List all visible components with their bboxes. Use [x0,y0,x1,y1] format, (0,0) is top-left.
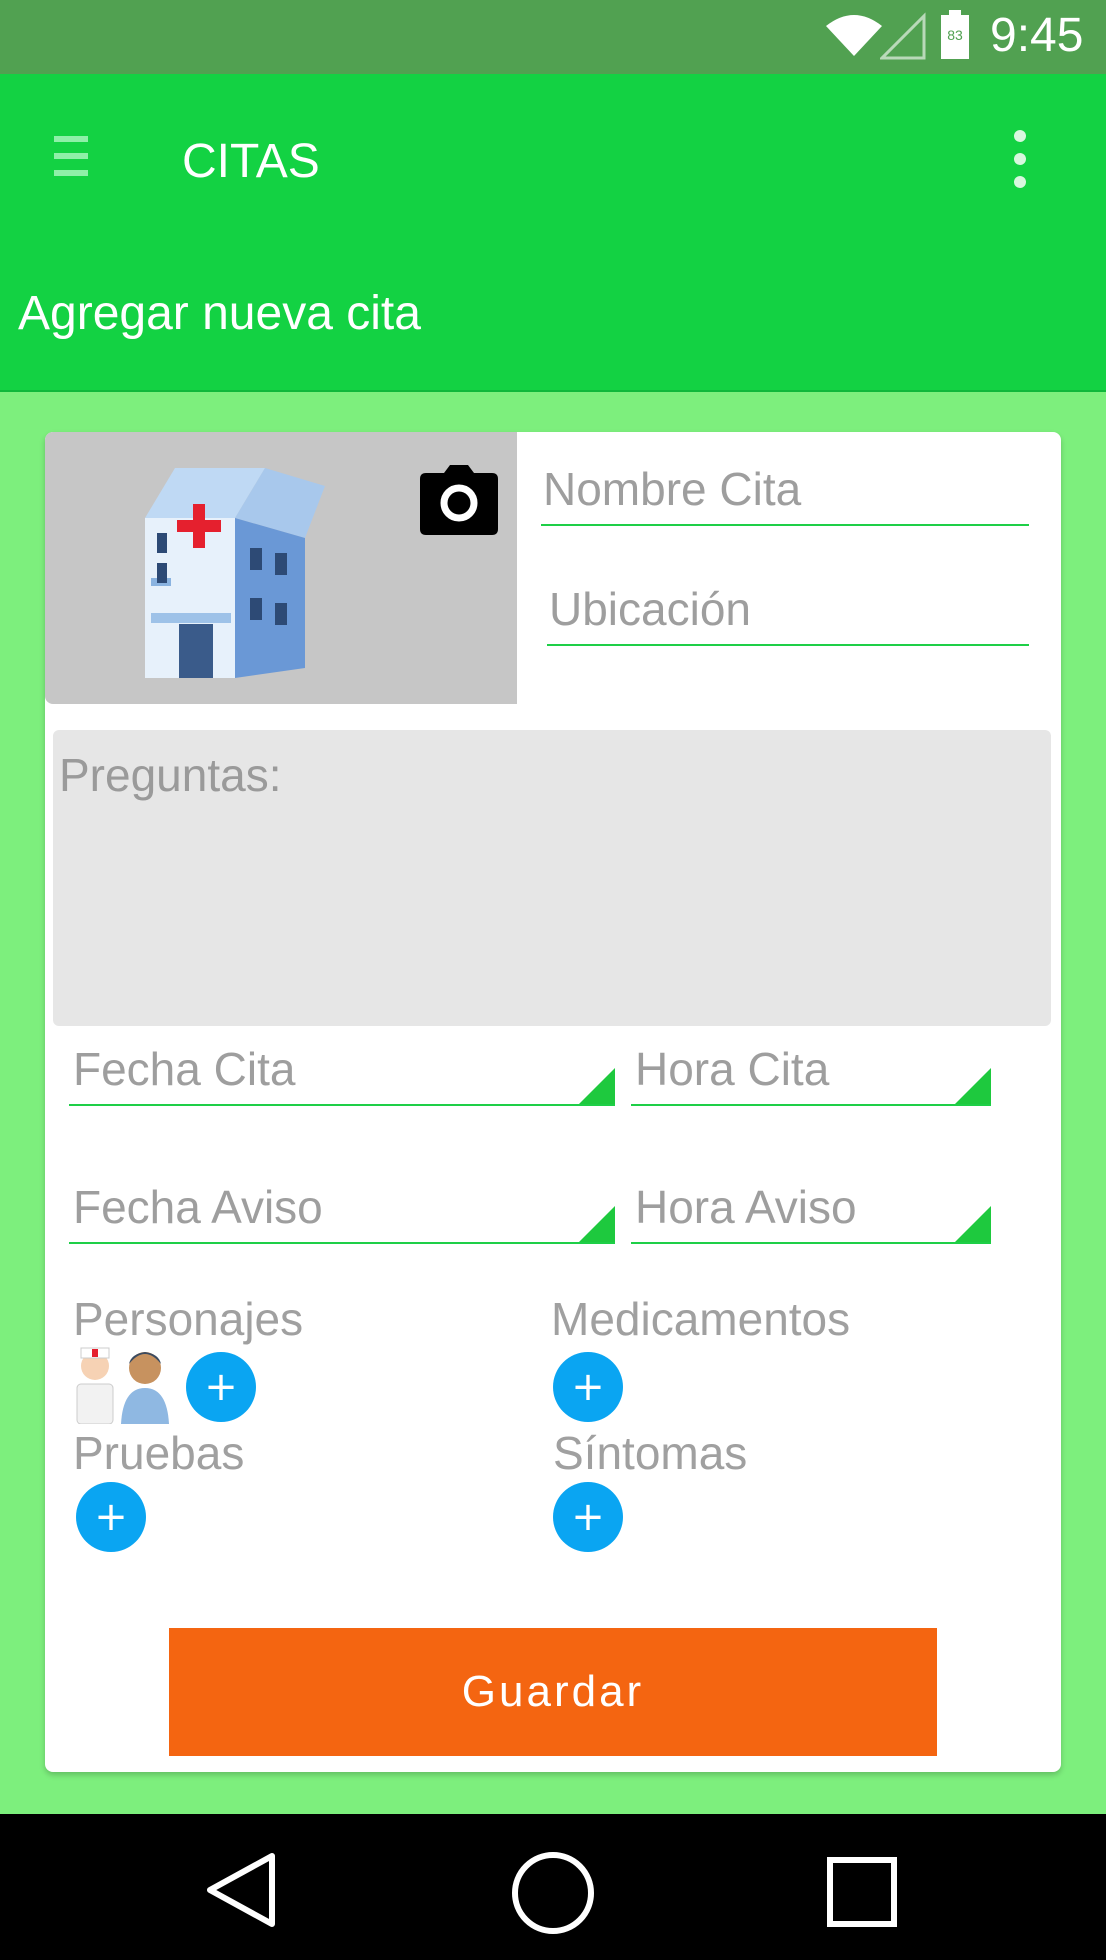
preguntas-placeholder: Preguntas: [59,749,282,801]
personajes-label: Personajes [73,1293,304,1345]
hora-aviso-underline [631,1242,991,1244]
preguntas-textarea[interactable]: Preguntas: [53,730,1051,1026]
hora-cita-spinner[interactable]: Hora Cita [635,1042,829,1096]
ubicacion-underline [547,644,1029,646]
photo-area[interactable] [45,432,517,704]
home-nav-icon[interactable] [510,1850,596,1936]
hamburger-menu-icon[interactable] [54,136,98,186]
fecha-aviso-spinner[interactable]: Fecha Aviso [73,1180,323,1234]
wifi-icon [826,15,882,56]
hora-aviso-dropdown-icon [953,1206,991,1244]
appointment-form-card: Nombre Cita Ubicación Preguntas: Fecha C… [45,432,1061,1772]
hora-aviso-spinner[interactable]: Hora Aviso [635,1180,857,1234]
ubicacion-input[interactable]: Ubicación [549,582,751,636]
hora-cita-dropdown-icon [953,1068,991,1106]
back-nav-icon[interactable] [200,1850,280,1930]
fecha-aviso-underline [69,1242,615,1244]
doctor-nurse-icon [76,1347,169,1424]
add-prueba-button[interactable]: + [76,1482,146,1552]
save-button[interactable]: Guardar [169,1628,937,1756]
fecha-cita-dropdown-icon [577,1068,615,1106]
add-sintoma-button[interactable]: + [553,1482,623,1552]
pruebas-label: Pruebas [73,1427,245,1479]
battery-level: 83 [947,27,963,43]
toolbar-title: CITAS [182,135,320,188]
fecha-cita-spinner[interactable]: Fecha Cita [73,1042,295,1096]
app-toolbar: CITAS [0,74,1106,244]
add-personaje-button[interactable]: + [186,1352,256,1422]
add-medicamento-button[interactable]: + [553,1352,623,1422]
fecha-aviso-dropdown-icon [577,1206,615,1244]
hora-cita-underline [631,1104,991,1106]
navigation-bar [0,1814,1106,1960]
medicamentos-label: Medicamentos [551,1293,851,1345]
signal-icon [880,12,926,60]
nombre-cita-underline [541,524,1029,526]
sintomas-label: Síntomas [553,1427,748,1479]
page-title: Agregar nueva cita [18,287,421,340]
recents-nav-icon[interactable] [822,1852,902,1932]
status-bar: 83 9:45 [0,0,1106,74]
hospital-building-icon [145,468,325,678]
status-time: 9:45 [990,9,1084,62]
camera-icon[interactable] [420,465,498,535]
fecha-cita-underline [69,1104,615,1106]
battery-icon: 83 [940,10,970,60]
page-header: Agregar nueva cita [0,244,1106,392]
nombre-cita-input[interactable]: Nombre Cita [543,462,801,516]
more-vert-icon[interactable] [1008,130,1032,200]
